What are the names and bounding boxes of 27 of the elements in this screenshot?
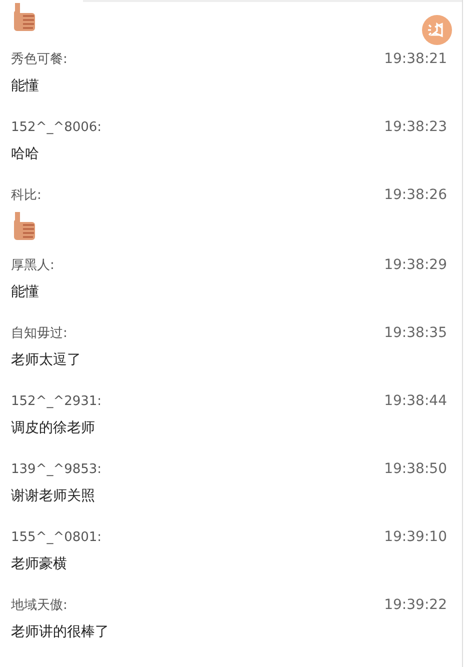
sender-name: 152^_^8006:	[11, 120, 102, 134]
message-time: 19:38:23	[384, 119, 447, 135]
message-text: 老师讲的很棒了	[11, 623, 110, 642]
sender-name: 139^_^9853:	[11, 462, 102, 476]
speaker-button[interactable]	[422, 15, 452, 45]
message-text: 老师太逗了	[11, 351, 82, 370]
message-text: 能懂	[11, 283, 40, 302]
message-time: 19:38:21	[384, 51, 447, 67]
sender-name: 地域天傲:	[11, 597, 68, 614]
sender-name: 秀色可餐:	[11, 51, 68, 68]
sender-name: 厚黑人:	[11, 257, 54, 274]
message-time: 19:38:26	[384, 187, 447, 203]
message-text: 能懂	[11, 77, 40, 96]
sender-name: 152^_^2931:	[11, 394, 102, 408]
message-time: 19:38:29	[384, 257, 447, 273]
sender-name: 155^_^0801:	[11, 530, 102, 544]
sender-name: 自知毋过:	[11, 325, 68, 342]
message-time: 19:38:50	[384, 461, 447, 477]
sender-name: 科比:	[11, 187, 42, 204]
message-time: 19:39:22	[384, 597, 447, 613]
message-text: 哈哈	[11, 145, 40, 164]
message-text: 调皮的徐老师	[11, 419, 96, 438]
message-text: 谢谢老师关照	[11, 487, 96, 506]
message-text: 老师豪横	[11, 555, 68, 574]
message-time: 19:38:35	[384, 325, 447, 341]
message-time: 19:38:44	[384, 393, 447, 409]
message-time: 19:39:10	[384, 529, 447, 545]
